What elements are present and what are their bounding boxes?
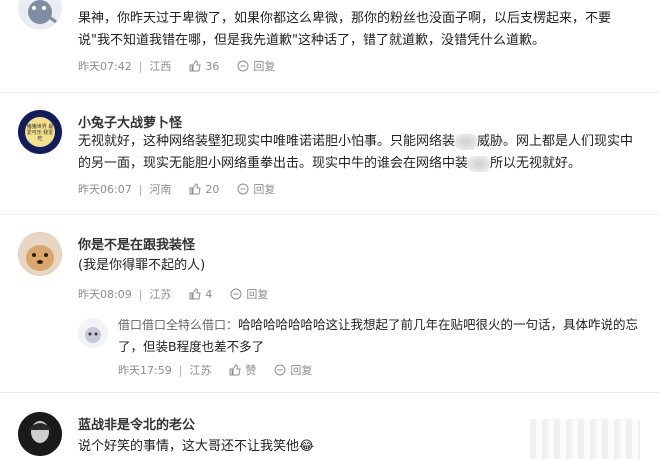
divider xyxy=(0,92,660,93)
comment-username[interactable]: 蓝战非是令北的老公 xyxy=(78,414,195,433)
thumbs-up-icon xyxy=(229,364,242,376)
comment-username[interactable]: 小兔子大战萝卜怪 xyxy=(78,112,182,131)
reply-location: 江苏 xyxy=(189,364,212,377)
reply-time: 昨天17:59 xyxy=(118,364,172,377)
reply-button[interactable]: 回复 xyxy=(237,181,275,197)
reply-avatar[interactable] xyxy=(78,318,108,348)
comment-text: (我是你得罪不起的人) xyxy=(78,258,206,273)
like-button[interactable]: 20 xyxy=(189,183,219,196)
like-button[interactable]: 36 xyxy=(189,60,219,73)
comment-bubble-icon xyxy=(237,60,249,72)
like-label: 赞 xyxy=(245,364,257,377)
like-count: 36 xyxy=(205,59,220,73)
comment-meta: 昨天06:07 | 河南 20 回复 xyxy=(78,181,276,197)
comment-text: 说个好笑的事情，这大哥还不让我笑他😂 xyxy=(78,439,315,454)
reply-text: 借口借口全特么借口：哈哈哈哈哈哈哈这让我想起了前几年在贴吧很火的一句话，具体咋说… xyxy=(118,317,639,354)
comment-location: 江苏 xyxy=(149,288,172,301)
comment-bubble-icon xyxy=(237,183,249,195)
avatar-text: 猪猪世界 最爱可乐 我爱吃 xyxy=(26,124,54,142)
reply-meta: 昨天17:59 | 江苏 赞 回复 xyxy=(118,362,313,378)
comment-location: 河南 xyxy=(149,183,172,196)
reply-button[interactable]: 回复 xyxy=(230,286,268,302)
comment-username[interactable]: 你是不是在跟我装怪 xyxy=(78,234,195,253)
comment-time: 昨天07:42 xyxy=(78,60,132,73)
thumbs-up-icon xyxy=(189,60,202,72)
reply-label: 回复 xyxy=(253,60,276,73)
comment-text: 无视就好，这种网络装壁犯现实中唯唯诺诺胆小怕事。只能网络装 威胁。网上都是人们现实… xyxy=(78,133,634,172)
reply-button[interactable]: 回复 xyxy=(274,362,312,378)
reply-label: 回复 xyxy=(253,183,276,196)
divider xyxy=(0,214,660,215)
like-count: 4 xyxy=(205,287,213,301)
reply-button[interactable]: 回复 xyxy=(237,58,275,74)
like-count: 20 xyxy=(205,182,220,196)
avatar[interactable] xyxy=(18,412,62,456)
comment-location: 江西 xyxy=(149,60,172,73)
thumbs-up-icon xyxy=(189,183,202,195)
watermark xyxy=(530,419,640,459)
comment-bubble-icon xyxy=(274,364,286,376)
avatar[interactable]: 猪猪世界 最爱可乐 我爱吃 xyxy=(18,110,62,154)
comment-time: 昨天06:07 xyxy=(78,183,132,196)
like-button[interactable]: 赞 xyxy=(229,362,256,378)
avatar[interactable] xyxy=(18,232,62,276)
reply-label: 回复 xyxy=(290,364,313,377)
like-button[interactable]: 4 xyxy=(189,288,212,301)
divider xyxy=(0,392,660,393)
comment-time: 昨天08:09 xyxy=(78,288,132,301)
thumbs-up-icon xyxy=(189,288,202,300)
comment-text: 果神，你昨天过于卑微了，如果你都这么卑微，那你的粉丝也没面子啊，以后支楞起来，不… xyxy=(78,11,612,48)
avatar[interactable] xyxy=(18,0,62,30)
reply-label: 回复 xyxy=(246,288,269,301)
reply-username[interactable]: 借口借口全特么借口： xyxy=(118,318,238,332)
comment-meta: 昨天07:42 | 江西 36 回复 xyxy=(78,58,276,74)
comment-bubble-icon xyxy=(230,288,242,300)
comment-meta: 昨天08:09 | 江苏 4 回复 xyxy=(78,286,269,302)
